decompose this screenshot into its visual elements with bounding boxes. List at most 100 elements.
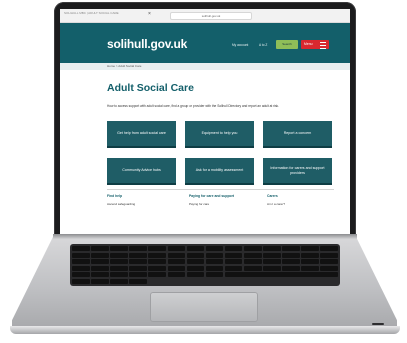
key <box>301 259 319 265</box>
tile-carers-info[interactable]: Information for carers and support provi… <box>263 158 332 185</box>
key <box>91 252 109 258</box>
key <box>205 246 224 252</box>
key <box>186 246 205 252</box>
menu-button[interactable]: Menu <box>301 40 329 49</box>
trackpad <box>150 292 258 322</box>
key <box>205 272 224 278</box>
key <box>282 265 300 271</box>
key <box>301 265 319 271</box>
service-tiles: Get help from adult social care Equipmen… <box>107 121 334 185</box>
browser-toolbar: SOLIHULL MBC | ADULT SOCIAL CARE × solih… <box>60 9 350 23</box>
key <box>148 252 167 258</box>
related-links: Find help Ascend safeguarding Paying for… <box>107 194 334 206</box>
key <box>110 252 128 258</box>
a-to-z-link[interactable]: A to Z <box>259 43 267 47</box>
laptop-screen: SOLIHULL MBC | ADULT SOCIAL CARE × solih… <box>60 9 350 234</box>
key <box>129 278 147 284</box>
key <box>243 246 262 252</box>
key <box>282 252 300 258</box>
key <box>186 272 205 278</box>
spacebar-key <box>224 272 338 278</box>
key <box>129 252 147 258</box>
key <box>91 265 109 271</box>
laptop: SOLIHULL MBC | ADULT SOCIAL CARE × solih… <box>0 0 407 343</box>
tile-community-hubs[interactable]: Community Advice hubs <box>107 158 176 185</box>
tile-get-help[interactable]: Get help from adult social care <box>107 121 176 148</box>
intro-text: How to access support with adult social … <box>107 104 280 109</box>
key <box>129 272 147 278</box>
key <box>186 259 205 265</box>
site-header: solihull.gov.uk My account A to Z Search… <box>60 23 350 63</box>
key <box>110 259 128 265</box>
key <box>148 246 167 252</box>
column-link[interactable]: Ascend safeguarding <box>107 202 189 206</box>
search-button[interactable]: Search <box>276 40 298 49</box>
key <box>167 265 186 271</box>
key <box>91 246 109 252</box>
power-indicator <box>372 323 384 325</box>
key <box>224 246 243 252</box>
key <box>301 252 319 258</box>
key <box>320 265 338 271</box>
keyboard <box>70 244 340 286</box>
key <box>129 246 147 252</box>
key <box>205 265 224 271</box>
key <box>243 259 262 265</box>
key <box>320 246 338 252</box>
key <box>243 252 262 258</box>
key <box>148 259 167 265</box>
address-bar[interactable]: solihull.gov.uk <box>170 12 252 20</box>
related-column: Paying for care and support Paying for c… <box>189 194 267 206</box>
tile-report-concern[interactable]: Report a concern <box>263 121 332 148</box>
key <box>110 246 128 252</box>
close-tab-icon[interactable]: × <box>148 11 151 17</box>
breadcrumb-bar: Home > Adult Social Care <box>60 63 350 70</box>
key <box>91 259 109 265</box>
column-heading[interactable]: Paying for care and support <box>189 194 267 198</box>
key <box>282 259 300 265</box>
key <box>224 265 243 271</box>
key <box>72 252 90 258</box>
related-column: Find help Ascend safeguarding <box>107 194 189 206</box>
key <box>205 252 224 258</box>
tile-equipment[interactable]: Equipment to help you <box>185 121 254 148</box>
key <box>186 265 205 271</box>
key <box>186 252 205 258</box>
key <box>224 252 243 258</box>
hamburger-icon <box>320 42 326 49</box>
laptop-front-edge <box>10 326 400 334</box>
column-link[interactable]: Am I a carer? <box>267 202 327 206</box>
tile-mobility-assessment[interactable]: Ask for a mobility assessment <box>185 158 254 185</box>
column-heading[interactable]: Carers <box>267 194 327 198</box>
key <box>72 259 90 265</box>
key <box>263 246 281 252</box>
key <box>148 272 167 278</box>
key <box>72 278 90 284</box>
site-logo[interactable]: solihull.gov.uk <box>107 37 187 51</box>
breadcrumb[interactable]: Home > Adult Social Care <box>107 64 141 68</box>
column-link[interactable]: Paying for care <box>189 202 267 206</box>
key <box>148 265 167 271</box>
key <box>110 278 128 284</box>
key <box>110 265 128 271</box>
key <box>167 259 186 265</box>
my-account-link[interactable]: My account <box>232 43 248 47</box>
key <box>129 259 147 265</box>
key <box>320 252 338 258</box>
main-content: Adult Social Care How to access support … <box>60 70 350 234</box>
column-heading[interactable]: Find help <box>107 194 189 198</box>
browser-tab[interactable]: SOLIHULL MBC | ADULT SOCIAL CARE <box>64 11 119 15</box>
key <box>129 265 147 271</box>
key <box>224 259 243 265</box>
key <box>72 272 90 278</box>
key <box>91 278 109 284</box>
key <box>282 246 300 252</box>
key <box>263 259 281 265</box>
key <box>243 265 262 271</box>
key <box>167 246 186 252</box>
key <box>320 259 338 265</box>
page-title: Adult Social Care <box>107 82 194 94</box>
key <box>263 252 281 258</box>
key <box>205 259 224 265</box>
key <box>110 272 128 278</box>
